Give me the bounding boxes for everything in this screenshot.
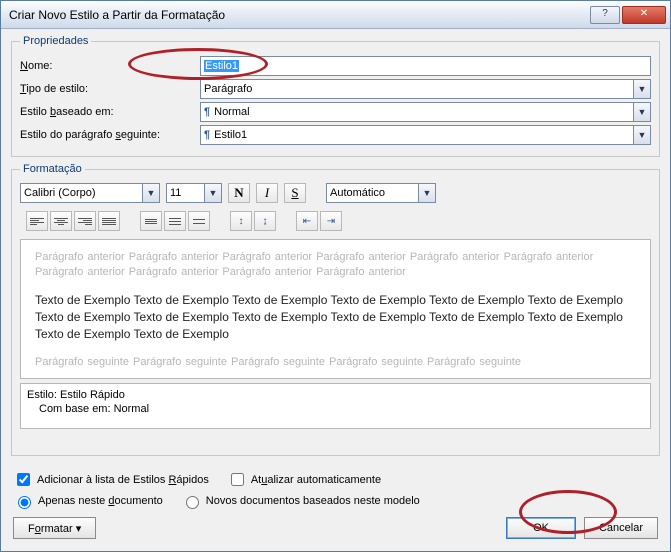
decrease-indent-button[interactable]: ⇤ [296,211,318,231]
increase-indent-button[interactable]: ⇥ [320,211,342,231]
formatting-toolbar-2: ↕ ↨ ⇤ ⇥ [20,209,651,239]
spacing-1-button[interactable] [140,211,162,231]
info-line-1: Estilo: Estilo Rápido [27,388,644,402]
following-style-label: Estilo do parágrafo seguinte: [20,129,200,141]
formatting-legend: Formatação [20,163,85,175]
chevron-down-icon: ▼ [142,184,159,202]
formatting-group: Formatação Calibri (Corpo) ▼ 11 ▼ N I S … [11,163,660,456]
following-style-combo[interactable]: ¶ Estilo1 ▼ [200,125,651,145]
properties-legend: Propriedades [20,35,91,47]
font-color-value: Automático [330,187,385,199]
chevron-down-icon: ▼ [633,126,650,144]
auto-update-input[interactable] [231,473,244,486]
titlebar: Criar Novo Estilo a Partir da Formatação… [1,1,670,29]
bold-button[interactable]: N [228,183,250,203]
ok-button[interactable]: OK [506,517,576,539]
font-size-value: 11 [170,187,181,199]
properties-group: Propriedades Nome: Estilo1 Tipo de estil… [11,35,660,157]
formatting-toolbar-1: Calibri (Corpo) ▼ 11 ▼ N I S Automático … [20,181,651,209]
preview-pane: Parágrafo anterior Parágrafo anterior Pa… [20,239,651,379]
new-documents-label: Novos documentos baseados neste modelo [206,495,420,507]
align-center-button[interactable] [50,211,72,231]
based-on-label: Estilo baseado em: [20,106,200,118]
alignment-group [26,211,120,231]
preview-after: Parágrafo seguinte Parágrafo seguinte Pa… [35,355,636,370]
font-color-combo[interactable]: Automático ▼ [326,183,436,203]
dialog-window: Criar Novo Estilo a Partir da Formatação… [0,0,671,552]
font-value: Calibri (Corpo) [24,187,96,199]
italic-button[interactable]: I [256,183,278,203]
options-area: Adicionar à lista de Estilos Rápidos Atu… [11,462,660,517]
preview-before: Parágrafo anterior Parágrafo anterior Pa… [35,250,636,280]
align-left-button[interactable] [26,211,48,231]
pilcrow-icon: ¶ [204,106,210,118]
based-on-combo[interactable]: ¶ Normal ▼ [200,102,651,122]
info-line-2: Com base em: Normal [27,402,644,416]
auto-update-checkbox[interactable]: Atualizar automaticamente [227,470,381,489]
spacing-1-5-button[interactable] [164,211,186,231]
chevron-down-icon: ▼ [633,103,650,121]
spacing-2-button[interactable] [188,211,210,231]
bottom-bar: Formatar ▾ OK Cancelar [11,517,660,541]
style-type-label: Tipo de estilo: [20,83,200,95]
name-input[interactable]: Estilo1 [200,56,651,76]
cancel-button[interactable]: Cancelar [584,517,658,539]
add-to-quick-styles-input[interactable] [17,473,30,486]
font-combo[interactable]: Calibri (Corpo) ▼ [20,183,160,203]
close-button[interactable]: ✕ [622,6,666,24]
linespacing-group [140,211,210,231]
name-value: Estilo1 [204,60,239,72]
chevron-down-icon: ▾ [76,523,82,535]
window-title: Criar Novo Estilo a Partir da Formatação [9,8,590,22]
dialog-content: Propriedades Nome: Estilo1 Tipo de estil… [1,29,670,551]
following-style-value: Estilo1 [214,129,247,141]
chevron-down-icon: ▼ [418,184,435,202]
increase-space-before-button[interactable]: ↕ [230,211,252,231]
based-on-value: Normal [214,106,249,118]
chevron-down-icon: ▼ [204,184,221,202]
align-right-button[interactable] [74,211,96,231]
help-button[interactable]: ? [590,6,620,24]
chevron-down-icon: ▼ [633,80,650,98]
style-type-combo[interactable]: Parágrafo ▼ [200,79,651,99]
font-size-combo[interactable]: 11 ▼ [166,183,222,203]
only-this-document-radio[interactable]: Apenas neste documento [13,493,163,509]
pilcrow-icon: ¶ [204,129,210,141]
name-label: Nome: [20,60,200,72]
decrease-space-before-button[interactable]: ↨ [254,211,276,231]
para-spacing-group: ↕ ↨ [230,211,276,231]
align-justify-button[interactable] [98,211,120,231]
underline-button[interactable]: S [284,183,306,203]
format-button[interactable]: Formatar ▾ [13,517,96,539]
add-to-quick-styles-checkbox[interactable]: Adicionar à lista de Estilos Rápidos [13,470,209,489]
style-info: Estilo: Estilo Rápido Com base em: Norma… [20,383,651,429]
only-this-document-input[interactable] [18,496,31,509]
new-documents-input[interactable] [186,496,199,509]
window-buttons: ? ✕ [590,6,666,24]
preview-sample: Texto de Exemplo Texto de Exemplo Texto … [35,292,636,343]
style-type-value: Parágrafo [204,83,252,95]
indent-group: ⇤ ⇥ [296,211,342,231]
new-documents-radio[interactable]: Novos documentos baseados neste modelo [181,493,420,509]
